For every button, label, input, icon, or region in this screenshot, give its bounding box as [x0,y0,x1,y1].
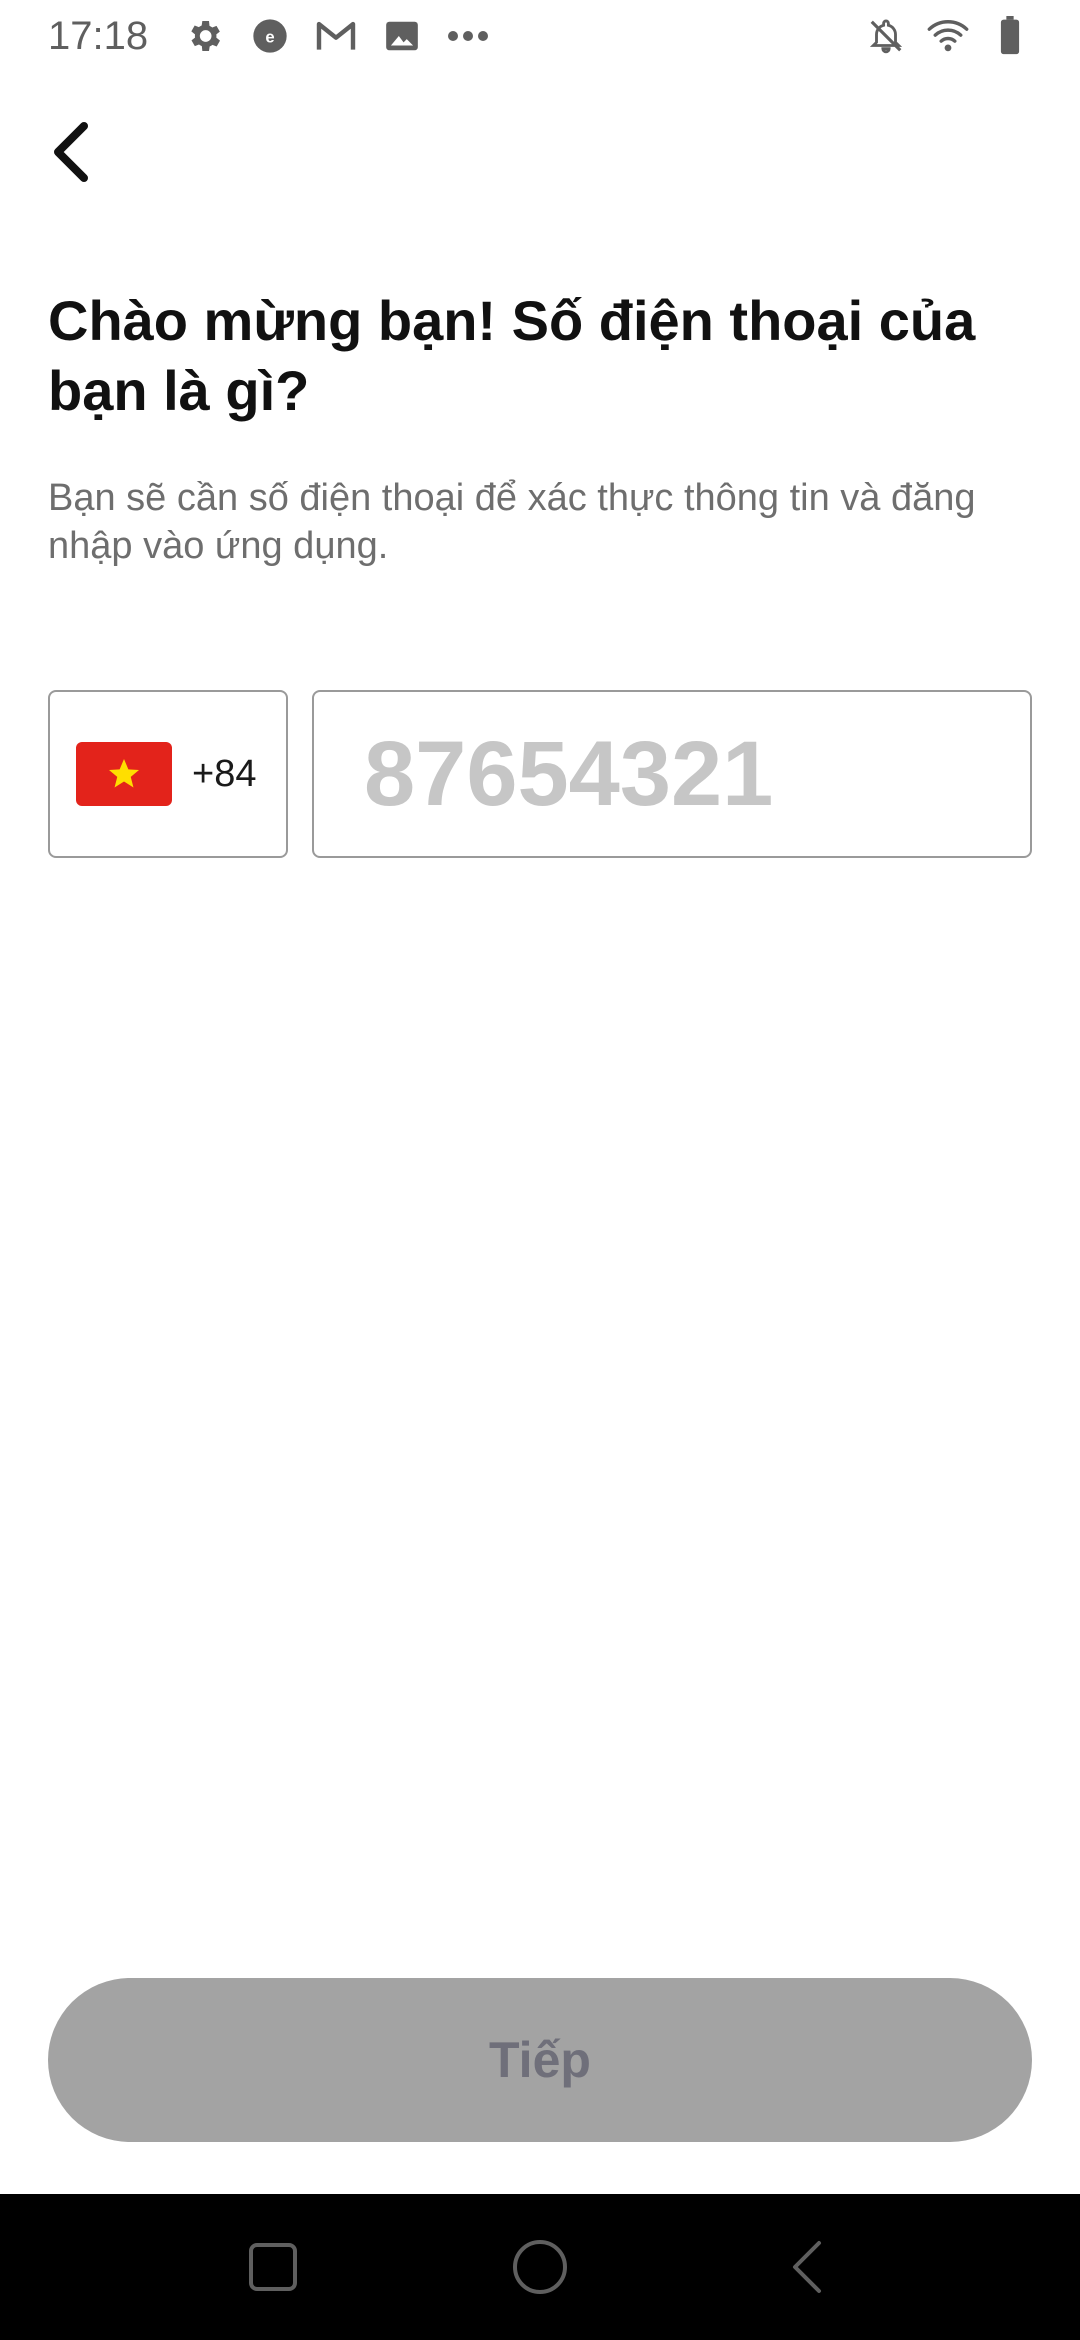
vpn-icon: e [248,14,292,58]
notifications-off-icon [864,14,908,58]
home-button[interactable] [495,2222,585,2312]
settings-icon [182,14,226,58]
gmail-icon [314,14,358,58]
more-dots-icon [446,14,490,58]
back-arrow-icon [54,122,88,182]
status-bar: 17:18 e [0,0,1080,72]
vietnam-flag-icon [76,742,172,806]
image-icon [380,14,424,58]
system-nav-bar [0,2194,1080,2340]
dial-code: +84 [192,752,257,795]
status-left: 17:18 e [48,14,512,59]
page-title: Chào mừng bạn! Số điện thoại của bạn là … [48,289,976,422]
phone-signup-screen: 17:18 e Chào mừng bạn! Số điện thoại của… [0,0,1080,2340]
battery-icon [988,14,1032,58]
svg-text:e: e [265,28,274,47]
square-icon [249,2243,298,2291]
triangle-back-icon [792,2241,821,2293]
page-subtitle: Bạn sẽ cần số điện thoại để xác thực thô… [48,477,976,567]
country-code-picker[interactable]: +84 [48,690,288,858]
phone-number-input[interactable] [364,721,1004,827]
next-button[interactable]: Tiếp [48,1978,1032,2142]
back-button[interactable] [30,112,110,192]
phone-number-field[interactable] [312,690,1032,858]
circle-icon [512,2240,567,2294]
status-time: 17:18 [48,13,149,58]
recent-apps-button[interactable] [228,2222,318,2312]
wifi-icon [926,14,970,58]
system-back-button[interactable] [762,2222,852,2312]
status-right [846,14,1032,58]
